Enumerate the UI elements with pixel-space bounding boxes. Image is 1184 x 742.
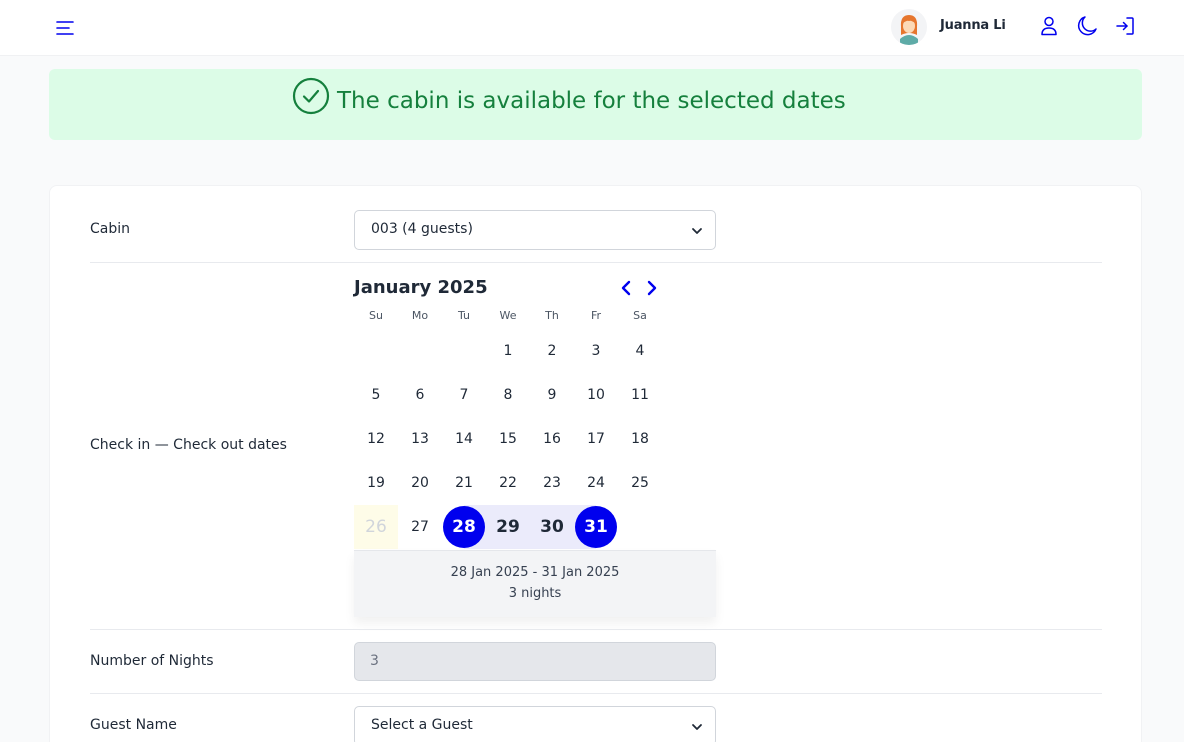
nights-input: 3 <box>354 642 716 681</box>
calendar-day[interactable]: 17 <box>574 417 618 461</box>
calendar-day[interactable]: 19 <box>354 461 398 505</box>
guest-label: Guest Name <box>90 717 177 733</box>
user-name: Juanna Li <box>940 18 1006 33</box>
calendar-day-range-start[interactable]: 28 <box>442 505 486 549</box>
weekday-header: Su <box>369 309 383 322</box>
availability-banner: The cabin is available for the selected … <box>49 69 1142 140</box>
guest-select-value: Select a Guest <box>371 717 473 733</box>
calendar-selection-summary: 28 Jan 2025 - 31 Jan 2025 3 nights <box>354 550 716 617</box>
calendar-day-range-end[interactable]: 31 <box>574 505 618 549</box>
calendar-day[interactable]: 11 <box>618 373 662 417</box>
weekday-header: Tu <box>457 309 471 322</box>
calendar-day[interactable]: 7 <box>442 373 486 417</box>
calendar-day[interactable]: 2 <box>530 329 574 373</box>
calendar-day[interactable]: 18 <box>618 417 662 461</box>
availability-message: The cabin is available for the selected … <box>337 88 846 114</box>
check-circle-icon <box>292 77 330 115</box>
calendar-day[interactable]: 3 <box>574 329 618 373</box>
weekday-header: Fr <box>590 309 602 322</box>
calendar-day-in-range[interactable]: 30 <box>530 505 574 549</box>
cabin-label: Cabin <box>90 221 131 237</box>
calendar-day[interactable]: 21 <box>442 461 486 505</box>
calendar-day[interactable]: 14 <box>442 417 486 461</box>
user-icon[interactable] <box>1037 14 1061 38</box>
calendar-day[interactable]: 15 <box>486 417 530 461</box>
calendar-day[interactable]: 20 <box>398 461 442 505</box>
chevron-down-icon <box>692 228 702 234</box>
selected-range-text: 28 Jan 2025 - 31 Jan 2025 <box>450 565 620 580</box>
calendar-day[interactable]: 9 <box>530 373 574 417</box>
chevron-right-icon[interactable] <box>642 279 660 297</box>
calendar-day[interactable]: 16 <box>530 417 574 461</box>
moon-icon[interactable] <box>1075 14 1099 38</box>
calendar-day[interactable]: 12 <box>354 417 398 461</box>
cabin-select-value: 003 (4 guests) <box>371 221 473 237</box>
calendar-month-title: January 2025 <box>354 277 488 298</box>
weekday-header: Mo <box>411 309 429 322</box>
calendar-day[interactable]: 27 <box>398 505 442 549</box>
calendar-day[interactable]: 25 <box>618 461 662 505</box>
calendar-day-number: 31 <box>584 517 608 537</box>
divider <box>90 693 1102 694</box>
divider <box>90 629 1102 630</box>
calendar-day[interactable]: 24 <box>574 461 618 505</box>
calendar-day[interactable]: 23 <box>530 461 574 505</box>
chevron-left-icon[interactable] <box>618 279 636 297</box>
weekday-header: We <box>499 309 517 322</box>
calendar-day-in-range[interactable]: 29 <box>486 505 530 549</box>
cabin-select[interactable]: 003 (4 guests) <box>354 210 716 250</box>
calendar-day[interactable]: 13 <box>398 417 442 461</box>
avatar[interactable] <box>891 9 927 45</box>
calendar-day[interactable]: 10 <box>574 373 618 417</box>
calendar-day-today: 26 <box>354 505 398 549</box>
top-bar: Juanna Li <box>0 0 1184 56</box>
chevron-down-icon <box>692 724 702 730</box>
guest-select[interactable]: Select a Guest <box>354 706 716 742</box>
weekday-header: Sa <box>633 309 647 322</box>
calendar-day[interactable]: 22 <box>486 461 530 505</box>
nights-label: Number of Nights <box>90 653 214 669</box>
selected-nights-text: 3 nights <box>508 586 562 601</box>
calendar-day[interactable]: 4 <box>618 329 662 373</box>
booking-form-card: Cabin 003 (4 guests) Check in — Check ou… <box>49 185 1142 742</box>
calendar-day[interactable]: 8 <box>486 373 530 417</box>
dates-label: Check in — Check out dates <box>90 437 287 453</box>
divider <box>90 262 1102 263</box>
menu-icon[interactable] <box>54 17 76 39</box>
calendar-day[interactable]: 1 <box>486 329 530 373</box>
weekday-header: Th <box>545 309 559 322</box>
calendar-day[interactable]: 5 <box>354 373 398 417</box>
logout-icon[interactable] <box>1113 14 1137 38</box>
calendar-day[interactable]: 6 <box>398 373 442 417</box>
calendar-day-number: 28 <box>452 517 476 537</box>
